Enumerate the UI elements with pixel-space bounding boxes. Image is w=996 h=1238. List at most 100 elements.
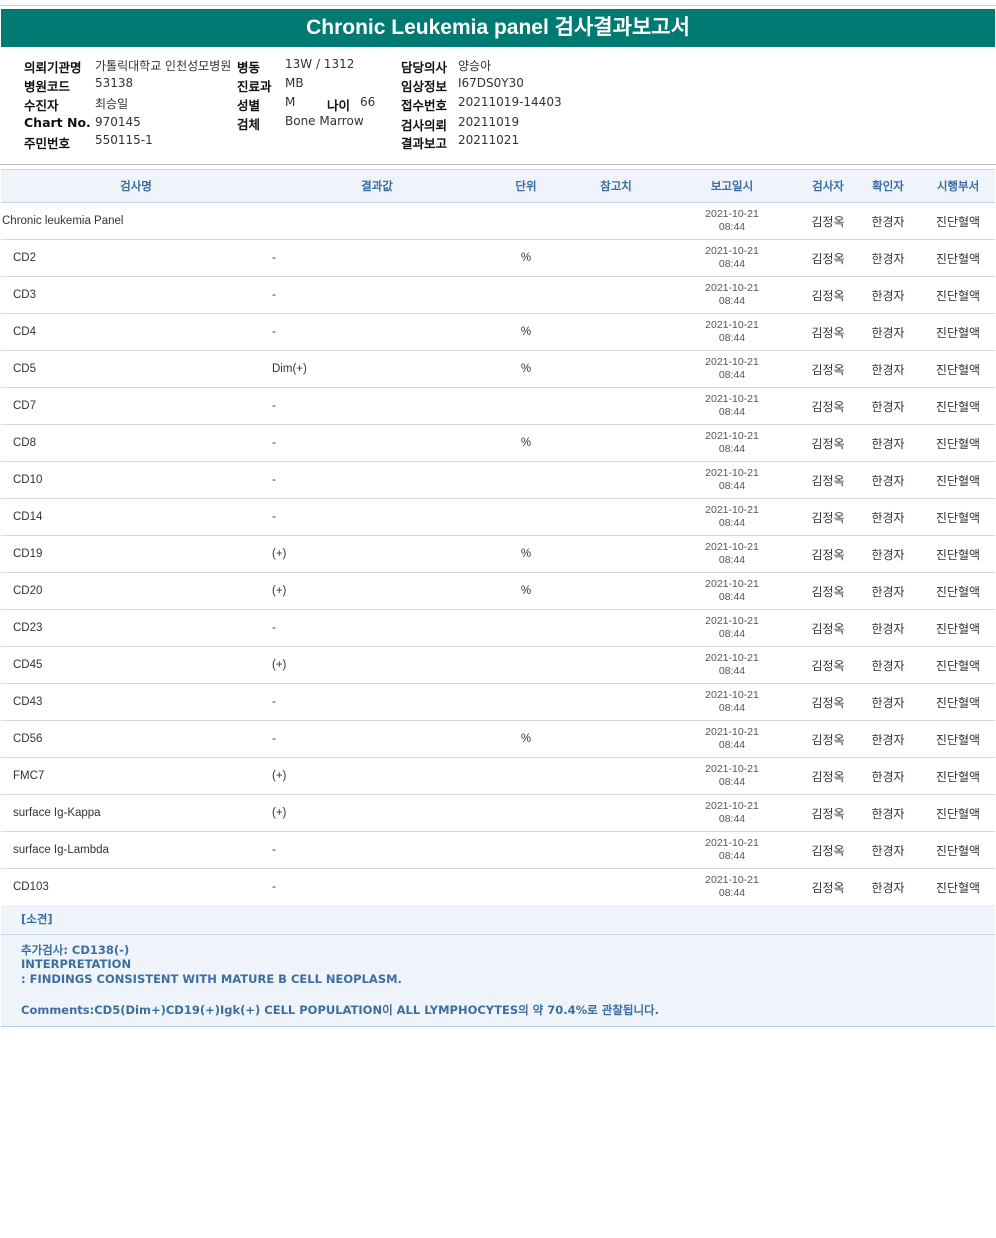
specimen-label: 검체 [237, 117, 261, 132]
report-date-cell: 2021-10-21 08:44 [663, 313, 801, 351]
confirmer-cell: 한경자 [855, 831, 921, 869]
report-date-cell: 2021-10-21 08:44 [663, 572, 801, 610]
table-row: CD43-2021-10-21 08:44 김정옥 한경자 진단혈액 [1, 683, 995, 721]
confirmer-cell: 한경자 [855, 646, 921, 684]
report-date: 2021-10-21 [705, 726, 759, 738]
confirmer-cell: 한경자 [855, 387, 921, 425]
dept-cell: 진단혈액 [921, 868, 995, 906]
col-report-date: 보고일시 [663, 169, 801, 203]
specimen-value: Bone Marrow [285, 114, 364, 128]
unit-cell [483, 202, 569, 240]
reference-cell [569, 646, 663, 684]
dept-cell: 진단혈액 [921, 572, 995, 610]
table-row: CD7-2021-10-21 08:44 김정옥 한경자 진단혈액 [1, 387, 995, 425]
report-date: 2021-10-21 [705, 615, 759, 627]
request-label: 검사의뢰 [401, 118, 448, 133]
result-cell: - [271, 424, 483, 462]
unit-cell [483, 609, 569, 647]
tester-cell: 김정옥 [801, 535, 855, 573]
result-cell: - [271, 683, 483, 721]
confirmer-cell: 한경자 [855, 313, 921, 351]
report-date-cell: 2021-10-21 08:44 [663, 831, 801, 869]
confirmer-cell: 한경자 [855, 424, 921, 462]
confirmer-cell: 한경자 [855, 350, 921, 388]
dept-cell: 진단혈액 [921, 313, 995, 351]
dept-cell: 진단혈액 [921, 831, 995, 869]
unit-cell [483, 646, 569, 684]
reference-cell [569, 609, 663, 647]
doctor-value: 양승아 [458, 59, 492, 73]
tester-cell: 김정옥 [801, 757, 855, 795]
confirmer-cell: 한경자 [855, 276, 921, 314]
findings-interpretation: : FINDINGS CONSISTENT WITH MATURE B CELL… [21, 972, 402, 986]
test-name-cell: CD5 [1, 350, 271, 388]
result-cell: (+) [271, 572, 483, 610]
unit-cell [483, 757, 569, 795]
unit-cell: % [483, 535, 569, 573]
report-date-cell: 2021-10-21 08:44 [663, 794, 801, 832]
unit-cell: % [483, 239, 569, 277]
report-title: Chronic Leukemia panel 검사결과보고서 [1, 9, 995, 47]
sex-value: M [285, 95, 296, 109]
table-row: CD4-% 2021-10-21 08:44 김정옥 한경자 진단혈액 [1, 313, 995, 351]
report-date: 2021-10-21 [705, 874, 759, 886]
table-row: CD14-2021-10-21 08:44 김정옥 한경자 진단혈액 [1, 498, 995, 536]
result-cell: - [271, 239, 483, 277]
reference-cell [569, 720, 663, 758]
findings-header: [소견] [1, 905, 995, 935]
receipt-label: 접수번호 [401, 98, 448, 113]
report-date-cell: 2021-10-21 08:44 [663, 202, 801, 240]
report-date-cell: 2021-10-21 08:44 [663, 498, 801, 536]
tester-cell: 김정옥 [801, 313, 855, 351]
reference-cell [569, 683, 663, 721]
test-name-cell: CD43 [1, 683, 271, 721]
reference-cell [569, 461, 663, 499]
reference-cell [569, 239, 663, 277]
reference-cell [569, 498, 663, 536]
reference-cell [569, 424, 663, 462]
confirmer-cell: 한경자 [855, 202, 921, 240]
chart-no-label: Chart No. [24, 115, 91, 130]
sex-label: 성별 [237, 98, 261, 113]
tester-cell: 김정옥 [801, 350, 855, 388]
col-result: 결과값 [271, 169, 483, 203]
table-row: CD2-% 2021-10-21 08:44 김정옥 한경자 진단혈액 [1, 239, 995, 277]
test-name-cell: CD4 [1, 313, 271, 351]
tester-cell: 김정옥 [801, 720, 855, 758]
dept-cell: 진단혈액 [921, 461, 995, 499]
report-date-cell: 2021-10-21 08:44 [663, 868, 801, 906]
findings-comments: Comments:CD5(Dim+)CD19(+)Igk(+) CELL POP… [21, 1003, 660, 1017]
dept-cell: 진단혈액 [921, 609, 995, 647]
report-time: 08:44 [718, 406, 746, 418]
report-date: 2021-10-21 [705, 800, 759, 812]
report-time: 08:44 [718, 739, 746, 751]
report-date: 2021-10-21 [705, 578, 759, 590]
chart-no-value: 970145 [95, 115, 141, 129]
reference-cell [569, 387, 663, 425]
confirmer-cell: 한경자 [855, 757, 921, 795]
age-label: 나이 [327, 98, 351, 113]
report-time: 08:44 [718, 443, 746, 455]
report-date: 2021-10-21 [705, 467, 759, 479]
dept-cell: 진단혈액 [921, 276, 995, 314]
result-cell: - [271, 387, 483, 425]
reference-cell [569, 350, 663, 388]
reference-cell [569, 794, 663, 832]
report-time: 08:44 [718, 332, 746, 344]
col-tester: 검사자 [801, 169, 855, 203]
report-time: 08:44 [718, 480, 746, 492]
unit-cell [483, 498, 569, 536]
report-date: 2021-10-21 [705, 689, 759, 701]
report-date: 2021-10-21 [705, 837, 759, 849]
report-date-cell: 2021-10-21 08:44 [663, 757, 801, 795]
report-date-cell: 2021-10-21 08:44 [663, 424, 801, 462]
reference-cell [569, 202, 663, 240]
test-name-cell: surface Ig-Kappa [1, 794, 271, 832]
confirmer-cell: 한경자 [855, 683, 921, 721]
unit-cell [483, 387, 569, 425]
test-name-cell: CD56 [1, 720, 271, 758]
test-name-cell: CD45 [1, 646, 271, 684]
result-cell: (+) [271, 646, 483, 684]
tester-cell: 김정옥 [801, 609, 855, 647]
tester-cell: 김정옥 [801, 424, 855, 462]
